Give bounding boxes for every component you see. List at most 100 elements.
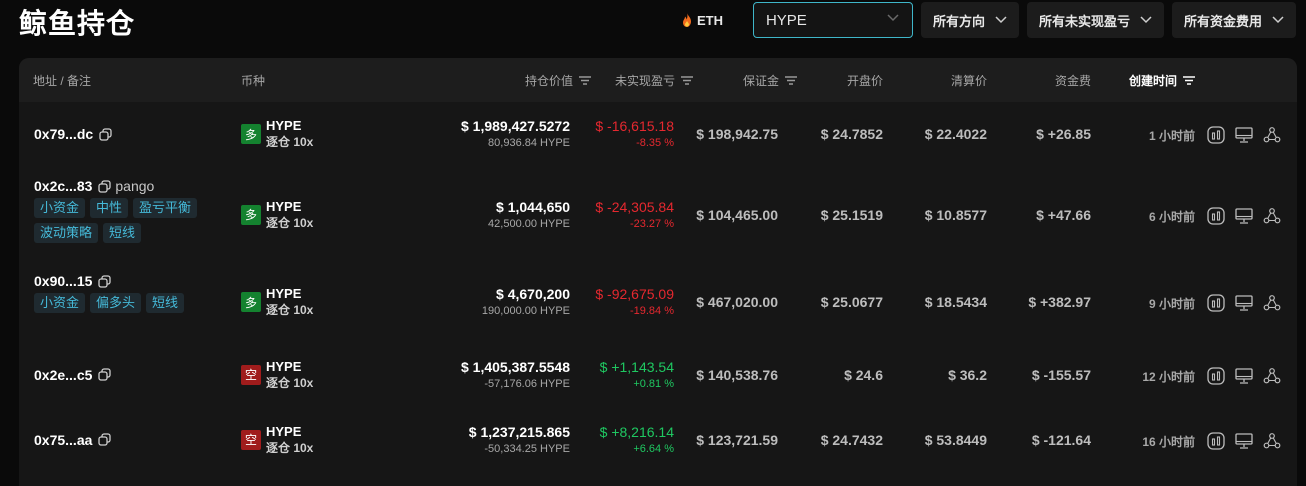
created-time: 16 小时前 <box>1142 434 1195 449</box>
toolbar: ETH 所有方向 所有未实现盈亏 所有资金费用 <box>681 2 1296 38</box>
table-row: 0x75...aa 空 HYPE 逐仓 10x $ 1,237,215.865 -50,3… <box>19 408 1297 473</box>
long-badge: 多 <box>241 292 261 312</box>
table-row: 0x90...15 小资金 偏多头 短线多 HYPE 逐仓 10x $ 4,670,200 1… <box>19 263 1297 343</box>
long-badge: 多 <box>241 204 261 225</box>
network-icon[interactable] <box>1263 126 1281 144</box>
row-actions <box>1207 294 1281 312</box>
row-actions <box>1207 431 1281 450</box>
funding-fee: $ -121.64 <box>1031 431 1091 448</box>
header-value[interactable]: 持仓价值 <box>525 72 591 89</box>
pnl-filter-button[interactable]: 所有未实现盈亏 <box>1026 2 1164 38</box>
network-icon[interactable] <box>1263 294 1281 312</box>
monitor-icon[interactable] <box>1235 207 1253 225</box>
address-line: 0x75...aa <box>34 432 112 448</box>
chevron-down-icon[interactable] <box>887 14 899 22</box>
direction-filter-button[interactable]: 所有方向 <box>920 2 1019 38</box>
chevron-down-icon <box>995 16 1007 24</box>
wallet-tag[interactable]: 短线 <box>146 293 185 313</box>
eth-chip[interactable]: ETH <box>681 13 723 28</box>
chart-icon[interactable] <box>1207 126 1225 144</box>
coin-info: HYPE 逐仓 10x <box>266 199 313 231</box>
chart-icon[interactable] <box>1207 431 1225 450</box>
copy-icon[interactable] <box>99 127 112 141</box>
position-value-cell: $ 4,670,200 190,000.00 HYPE <box>482 286 570 319</box>
funding-fee: $ +382.97 <box>1028 294 1091 310</box>
margin-mode: 逐仓 10x <box>266 135 314 149</box>
address-cell: 0x75...aa <box>34 432 112 448</box>
created-time: 1 小时前 <box>1148 129 1195 143</box>
margin-mode: 逐仓 10x <box>266 303 314 317</box>
table-row: 0x2c...83 pango 小资金 中性 盈亏平衡 波动策略 短线多 HYPE 逐仓 10x… <box>19 168 1297 263</box>
header-created[interactable]: 创建时间 <box>1129 72 1195 89</box>
wallet-tag[interactable]: 小资金 <box>34 198 86 218</box>
wallet-address[interactable]: 0x2e...c5 <box>34 367 92 383</box>
wallet-tag[interactable]: 短线 <box>103 223 142 243</box>
coin-cell: 空 HYPE 逐仓 10x <box>241 359 313 391</box>
funding-fee: $ +26.85 <box>1036 126 1091 142</box>
address-line: 0x2e...c5 <box>34 367 112 383</box>
position-size: 190,000.00 HYPE <box>481 305 570 317</box>
funding-filter-label: 所有资金费用 <box>1183 13 1262 29</box>
wallet-tag[interactable]: 盈亏平衡 <box>133 198 198 218</box>
position-value-cell: $ 1,237,215.865 -50,334.25 HYPE <box>469 424 570 457</box>
chart-icon[interactable] <box>1207 294 1225 312</box>
eth-label: ETH <box>696 12 723 28</box>
short-badge: 空 <box>241 364 261 385</box>
monitor-icon[interactable] <box>1235 432 1253 450</box>
fire-icon <box>682 13 691 27</box>
margin-value: $ 140,538.76 <box>696 366 778 383</box>
pnl-filter-label: 所有未实现盈亏 <box>1038 13 1130 29</box>
wallet-tag[interactable]: 偏多头 <box>90 293 142 313</box>
margin-value: $ 198,942.75 <box>696 126 778 142</box>
funding-filter-button[interactable]: 所有资金费用 <box>1171 2 1296 38</box>
position-value: $ 1,989,427.5272 <box>461 118 570 134</box>
network-icon[interactable] <box>1263 432 1281 450</box>
coin-name: HYPE <box>266 118 302 133</box>
page-title: 鲸鱼持仓 <box>19 7 136 40</box>
copy-icon[interactable] <box>98 368 112 381</box>
wallet-address[interactable]: 0x2c...83 <box>34 178 92 194</box>
position-size: -50,334.25 HYPE <box>484 442 570 455</box>
coin-info: HYPE 逐仓 10x <box>266 359 313 391</box>
address-cell: 0x2c...83 pango 小资金 中性 盈亏平衡 波动策略 短线 <box>34 178 224 243</box>
long-badge: 多 <box>241 124 261 144</box>
short-badge: 空 <box>241 429 261 450</box>
coin-name: HYPE <box>266 286 302 301</box>
margin-mode: 逐仓 10x <box>266 440 314 455</box>
wallet-address[interactable]: 0x75...aa <box>34 432 92 448</box>
unrealized-pnl-percent: +6.64 % <box>633 442 674 455</box>
chart-icon[interactable] <box>1207 206 1225 225</box>
coin-search <box>752 2 913 38</box>
pnl-cell: $ +8,216.14 +6.64 % <box>600 424 674 457</box>
network-icon[interactable] <box>1263 207 1281 225</box>
chart-icon[interactable] <box>1207 366 1225 385</box>
entry-price: $ 24.6 <box>844 366 883 383</box>
sort-icon <box>785 76 797 85</box>
wallet-address[interactable]: 0x90...15 <box>34 273 92 289</box>
monitor-icon[interactable] <box>1235 367 1253 385</box>
wallet-tag[interactable]: 波动策略 <box>34 223 99 243</box>
copy-icon[interactable] <box>98 433 112 446</box>
copy-icon[interactable] <box>98 179 112 193</box>
row-actions <box>1207 126 1281 144</box>
header-pnl[interactable]: 未实现盈亏 <box>615 72 693 89</box>
header-entry: 开盘价 <box>846 74 883 88</box>
network-icon[interactable] <box>1263 367 1281 385</box>
monitor-icon[interactable] <box>1235 126 1253 144</box>
header-margin[interactable]: 保证金 <box>743 72 797 89</box>
wallet-address[interactable]: 0x79...dc <box>34 126 93 142</box>
position-value: $ 1,237,215.865 <box>468 423 570 440</box>
tag-list: 小资金 偏多头 短线 <box>34 293 224 313</box>
copy-icon[interactable] <box>98 274 112 288</box>
pnl-cell: $ -24,305.84 -23.27 % <box>595 199 674 232</box>
table-row: 0x2e...c5 空 HYPE 逐仓 10x $ 1,405,387.5548 -57,… <box>19 343 1297 408</box>
position-value: $ 4,670,200 <box>496 286 570 302</box>
monitor-icon[interactable] <box>1235 294 1253 312</box>
table-row: 0x79...dc 多 HYPE 逐仓 10x $ 1,989,427.5272 80,9… <box>19 102 1297 168</box>
sort-icon <box>1183 76 1195 85</box>
coin-cell: 多 HYPE 逐仓 10x <box>241 199 313 231</box>
wallet-tag[interactable]: 小资金 <box>34 293 86 313</box>
margin-value: $ 467,020.00 <box>696 294 778 310</box>
wallet-tag[interactable]: 中性 <box>90 198 129 218</box>
row-actions <box>1207 206 1281 225</box>
